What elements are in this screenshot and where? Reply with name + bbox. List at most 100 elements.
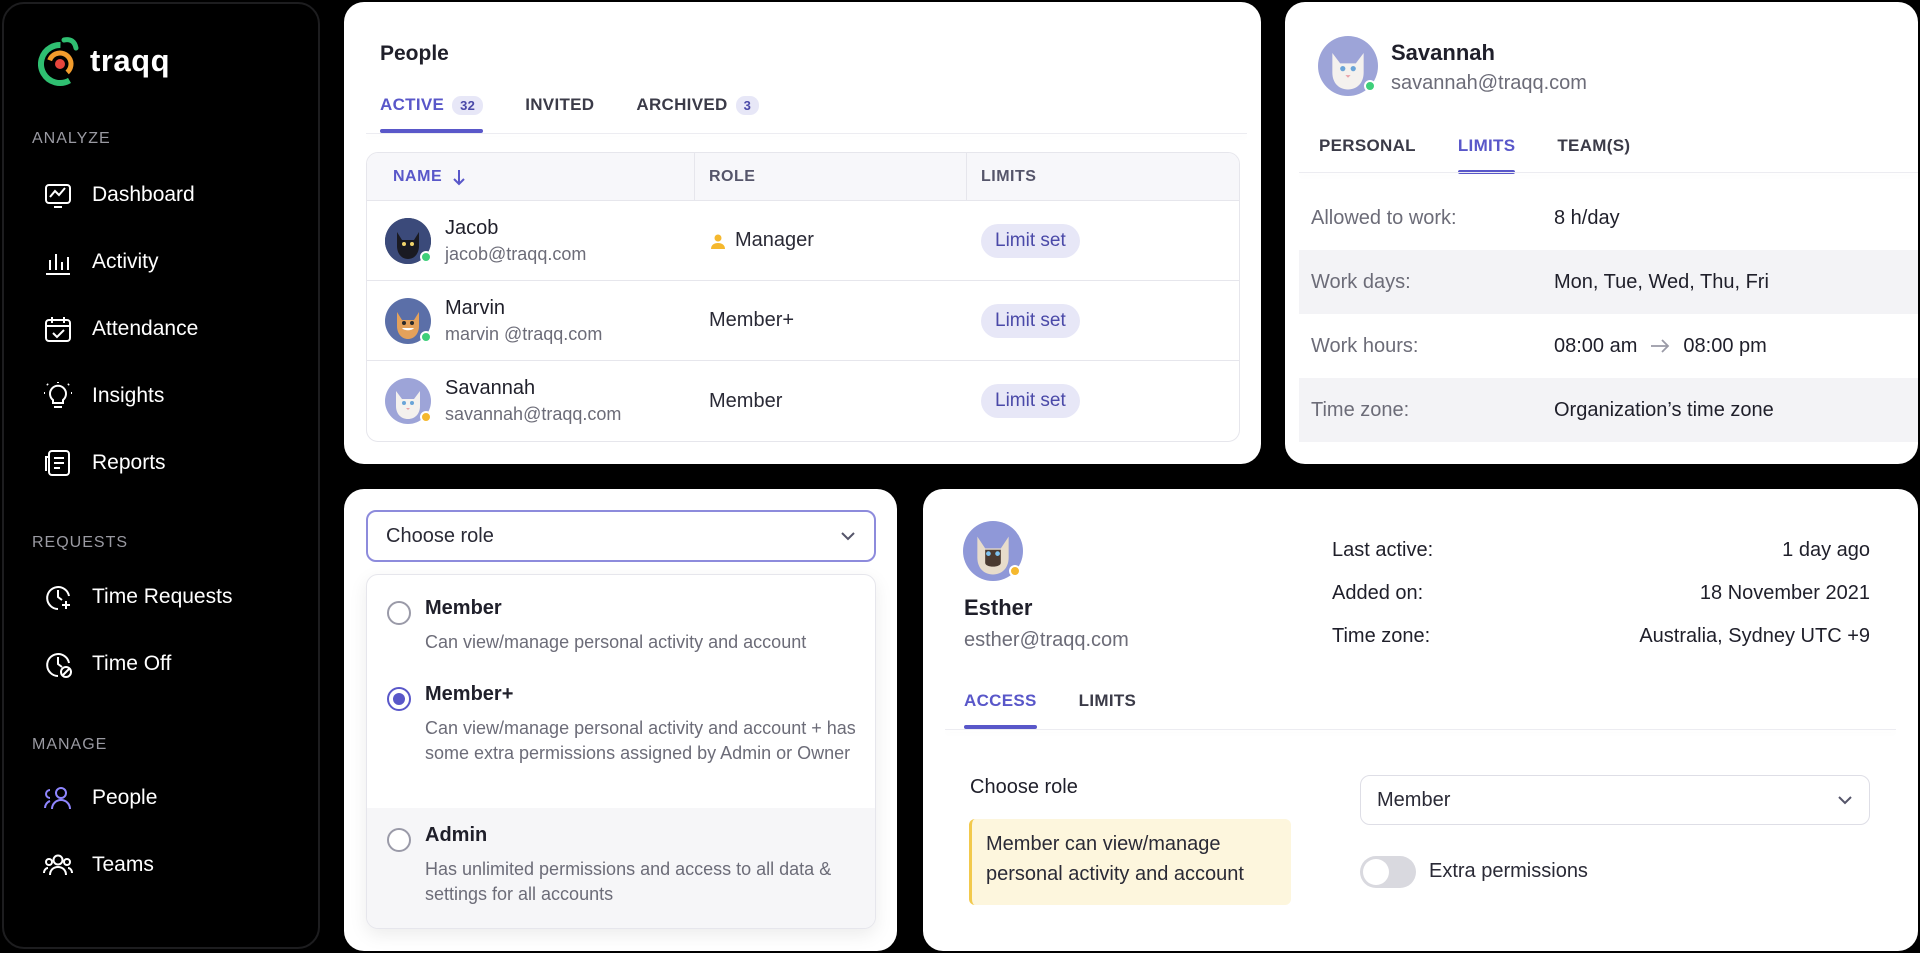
work-hours-to: 08:00 pm — [1683, 334, 1767, 357]
traqq-logo[interactable]: traqq — [38, 34, 170, 88]
limit-set-pill[interactable]: Limit set — [981, 384, 1080, 418]
tab-label: PERSONAL — [1319, 136, 1416, 155]
people-card: People ACTIVE 32 INVITED ARCHIVED 3 NAME… — [344, 2, 1261, 464]
tab-limits[interactable]: LIMITS — [1079, 691, 1137, 729]
role-cell: Member — [695, 361, 967, 441]
limits-cell: Limit set — [967, 361, 1239, 441]
sidebar-item-attendance[interactable]: Attendance — [42, 309, 198, 349]
role-info-note: Member can view/manage personal activity… — [969, 819, 1291, 905]
extra-permissions-toggle[interactable] — [1360, 856, 1416, 888]
count-badge: 3 — [735, 95, 760, 115]
tab-divider — [366, 133, 1247, 134]
sidebar-item-dashboard[interactable]: Dashboard — [42, 175, 195, 215]
radio-button[interactable] — [387, 601, 411, 625]
role-select[interactable]: Member — [1360, 775, 1870, 825]
meta-value: Australia, Sydney UTC +9 — [1639, 625, 1870, 647]
people-icon — [44, 787, 71, 810]
sidebar-item-time-requests[interactable]: Time Requests — [42, 577, 232, 617]
role-option-admin[interactable]: Admin Has unlimited permissions and acce… — [367, 808, 875, 928]
allowed-to-work-row: Allowed to work: 8 h/day — [1299, 186, 1918, 250]
clock-off-icon — [46, 653, 72, 678]
option-description: Can view/manage personal activity and ac… — [425, 632, 807, 652]
work-hours-row: Work hours: 08:00 am 08:00 pm — [1299, 314, 1918, 378]
name-cell: Jacob jacob@traqq.com — [367, 201, 695, 280]
meta-label: Added on: — [1332, 582, 1424, 604]
sidebar-item-insights[interactable]: Insights — [42, 376, 164, 416]
lightbulb-icon — [44, 382, 72, 408]
role-label: Manager — [735, 229, 814, 251]
name-cell: Savannah savannah@traqq.com — [367, 361, 695, 441]
tab-access[interactable]: ACCESS — [964, 691, 1037, 729]
person-name: Marvin — [445, 296, 506, 319]
person-email: jacob@traqq.com — [445, 243, 587, 264]
tab-limits[interactable]: LIMITS — [1457, 136, 1516, 174]
role-label: Member — [709, 389, 783, 412]
member-detail-card: Esther esther@traqq.com Last active: 1 d… — [923, 489, 1918, 951]
traqq-logo-icon — [38, 37, 82, 86]
role-cell: Member+ — [695, 281, 967, 360]
manager-person-icon — [711, 234, 725, 249]
row-label: Allowed to work: — [1311, 206, 1457, 229]
limit-set-pill[interactable]: Limit set — [981, 223, 1080, 258]
table-row[interactable]: Jacob jacob@traqq.com Manager Limit set — [367, 201, 1239, 281]
profile-email: savannah@traqq.com — [1391, 72, 1587, 94]
option-title: Member+ — [425, 683, 514, 705]
role-cell: Manager — [695, 201, 967, 280]
role-option-member-plus[interactable]: Member+ Can view/manage personal activit… — [367, 683, 875, 803]
tab-teams[interactable]: TEAM(S) — [1557, 136, 1630, 174]
role-option-member[interactable]: Member Can view/manage personal activity… — [367, 597, 875, 677]
app-name: traqq — [90, 43, 170, 78]
row-label: Work hours: — [1311, 334, 1419, 357]
limits-cell: Limit set — [967, 201, 1239, 280]
meta-value: 18 November 2021 — [1699, 582, 1870, 604]
tab-invited[interactable]: INVITED — [525, 95, 594, 133]
sidebar: traqq ANALYZE Dashboard Activity Attenda… — [2, 2, 320, 949]
row-value: Mon, Tue, Wed, Thu, Fri — [1554, 270, 1769, 293]
sidebar-item-label: Reports — [92, 451, 166, 474]
tab-label: ACCESS — [964, 691, 1037, 710]
sidebar-item-reports[interactable]: Reports — [42, 443, 166, 483]
table-header: NAME ROLE LIMITS — [367, 153, 1239, 201]
tab-personal[interactable]: PERSONAL — [1319, 136, 1416, 174]
sidebar-item-people[interactable]: People — [42, 778, 157, 818]
nav-section-analyze: ANALYZE — [32, 130, 111, 147]
tab-archived[interactable]: ARCHIVED 3 — [636, 95, 760, 133]
calendar-check-icon — [45, 317, 71, 342]
nav-section-manage: MANAGE — [32, 736, 108, 753]
sidebar-item-time-off[interactable]: Time Off — [42, 644, 171, 684]
role-dropdown-menu: Member Can view/manage personal activity… — [366, 574, 876, 929]
meta-value: 1 day ago — [1782, 539, 1870, 561]
choose-role-select[interactable]: Choose role — [366, 510, 876, 562]
row-value: 08:00 am 08:00 pm — [1554, 335, 1767, 358]
sidebar-item-label: Activity — [92, 250, 159, 273]
table-row[interactable]: Marvin marvin @traqq.com Member+ Limit s… — [367, 281, 1239, 361]
tab-active[interactable]: ACTIVE 32 — [380, 95, 484, 133]
option-title: Admin — [425, 824, 488, 846]
last-active-row: Last active: 1 day ago — [1332, 539, 1870, 562]
avatar — [385, 378, 432, 424]
page-title: People — [380, 42, 449, 65]
role-label: Member+ — [709, 309, 795, 331]
tab-label: INVITED — [525, 95, 595, 114]
person-name: Savannah — [445, 377, 536, 399]
sidebar-item-activity[interactable]: Activity — [42, 242, 159, 282]
member-header: Esther esther@traqq.com — [964, 595, 1129, 652]
sidebar-item-teams[interactable]: Teams — [42, 845, 154, 885]
profile-header: Savannah savannah@traqq.com — [1391, 40, 1587, 95]
chevron-down-icon — [841, 532, 855, 541]
member-tabs: ACCESS LIMITS — [964, 691, 1178, 729]
status-online-dot — [1364, 80, 1376, 92]
tab-divider — [945, 729, 1896, 730]
people-table: NAME ROLE LIMITS Jacob jacob@traqq.com M… — [366, 152, 1240, 442]
table-row[interactable]: Savannah savannah@traqq.com Member Limit… — [367, 361, 1239, 441]
column-header-name[interactable]: NAME — [367, 153, 695, 200]
select-value: Member — [1377, 788, 1451, 811]
radio-button[interactable] — [387, 828, 411, 852]
sidebar-item-label: Time Requests — [92, 585, 233, 608]
profile-tabs: PERSONAL LIMITS TEAM(S) — [1319, 136, 1672, 174]
tab-label: LIMITS — [1078, 691, 1137, 710]
person-name: Jacob — [445, 216, 499, 239]
radio-button-selected[interactable] — [387, 687, 411, 711]
work-hours-from: 08:00 am — [1554, 334, 1638, 357]
limit-set-pill[interactable]: Limit set — [981, 303, 1080, 338]
